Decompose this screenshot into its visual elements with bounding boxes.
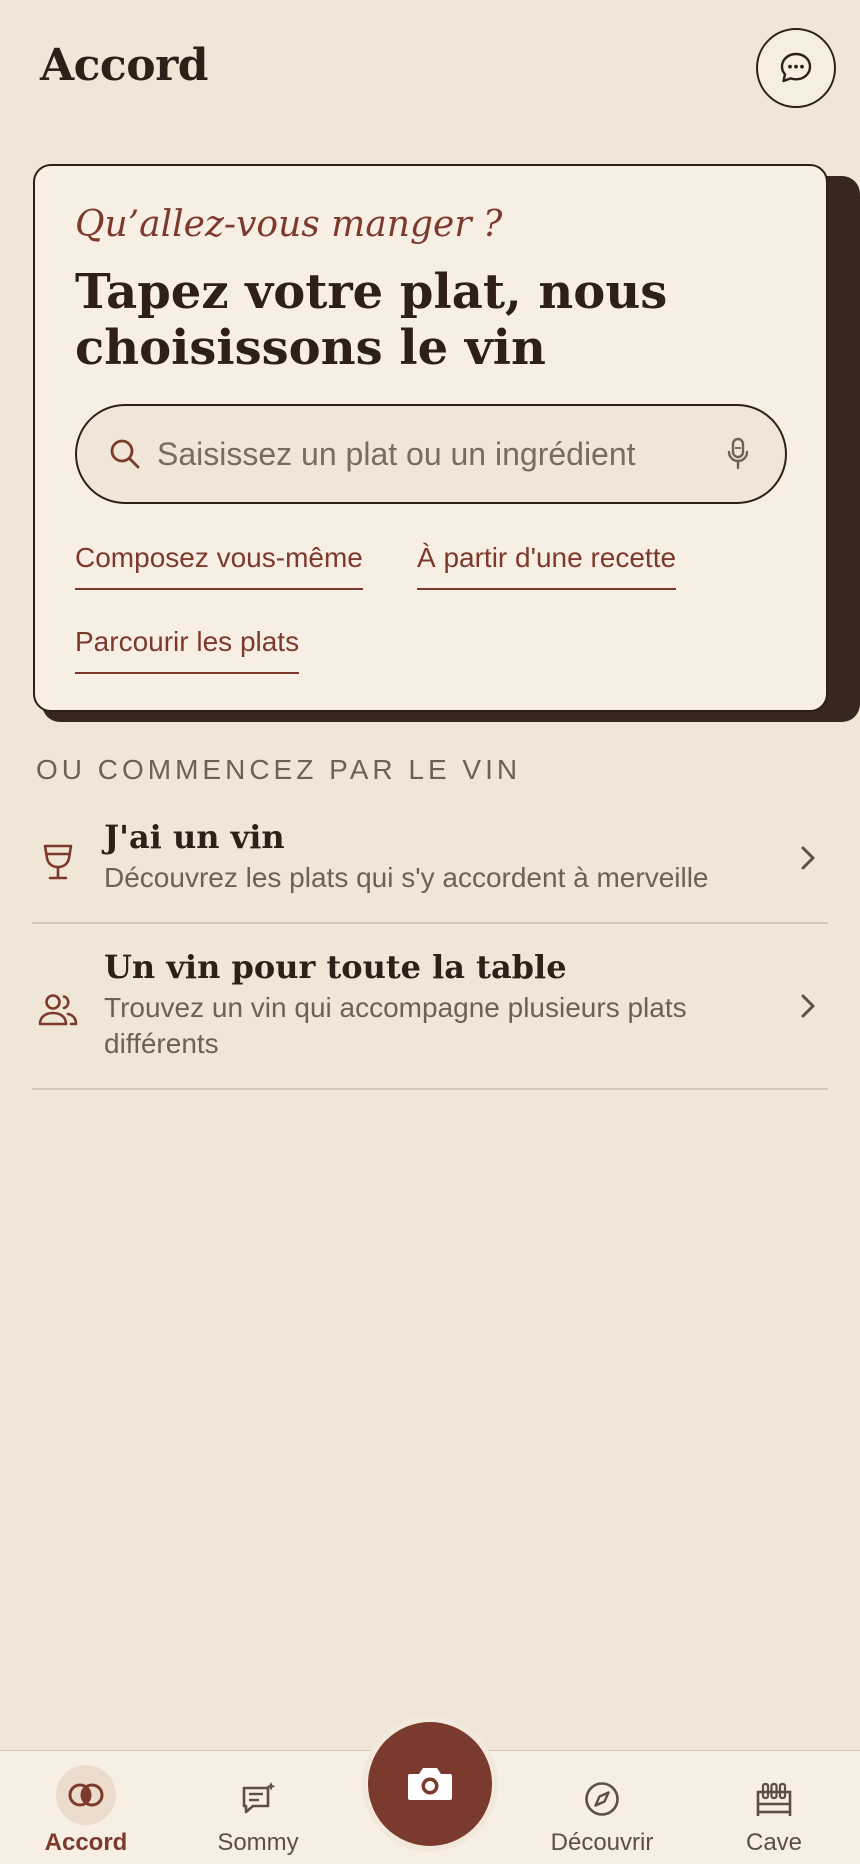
tab-cave[interactable]: Cave [688,1751,860,1864]
from-recipe-link[interactable]: À partir d'une recette [417,542,677,590]
chevron-right-icon [801,846,815,870]
list-item-title: Un vin pour toute la table [104,948,567,986]
wine-rack-icon [744,1771,804,1827]
microphone-icon[interactable] [723,436,753,472]
list-item-subtitle: Trouvez un vin qui accompagne plusieurs … [104,992,687,1059]
hero-card: Qu’allez-vous manger ? Tapez votre plat,… [33,164,828,712]
chat-bubble-icon [780,52,812,83]
list-item-title: J'ai un vin [104,818,285,856]
tab-decouvrir[interactable]: Découvrir [516,1751,688,1864]
rings-icon [56,1765,116,1825]
people-icon [38,994,78,1026]
camera-button[interactable] [368,1722,492,1846]
browse-dishes-link[interactable]: Parcourir les plats [75,626,300,674]
page-title: Accord [40,40,209,91]
card-heading: Tapez votre plat, nous choisissons le vi… [75,264,668,376]
search-icon [110,439,140,469]
search-placeholder: Saisissez un plat ou un ingrédient [157,435,636,472]
message-sparkle-icon [228,1771,288,1827]
tab-sommy[interactable]: Sommy [172,1751,344,1864]
chevron-right-icon [801,994,815,1018]
tab-label: Cave [745,1829,803,1856]
tab-accord[interactable]: Accord [0,1751,172,1864]
wine-glass-icon [43,844,73,880]
list-item-subtitle: Découvrez les plats qui s'y accordent à … [104,862,709,893]
section-label: OU COMMENCEZ PAR LE VIN [36,754,522,785]
tab-label: Accord [44,1829,128,1856]
dish-search-input[interactable]: Saisissez un plat ou un ingrédient [75,404,787,504]
compass-icon [572,1771,632,1827]
tab-label: Découvrir [550,1829,654,1856]
card-kicker: Qu’allez-vous manger ? [75,204,503,245]
tab-label: Sommy [217,1829,299,1856]
compose-link[interactable]: Composez vous-même [75,542,363,590]
list-item-have-wine[interactable]: J'ai un vin Découvrez les plats qui s'y … [32,818,828,924]
list-item-whole-table[interactable]: Un vin pour toute la table Trouvez un vi… [32,948,828,1090]
camera-icon [408,1768,452,1800]
chat-button[interactable] [756,28,836,108]
